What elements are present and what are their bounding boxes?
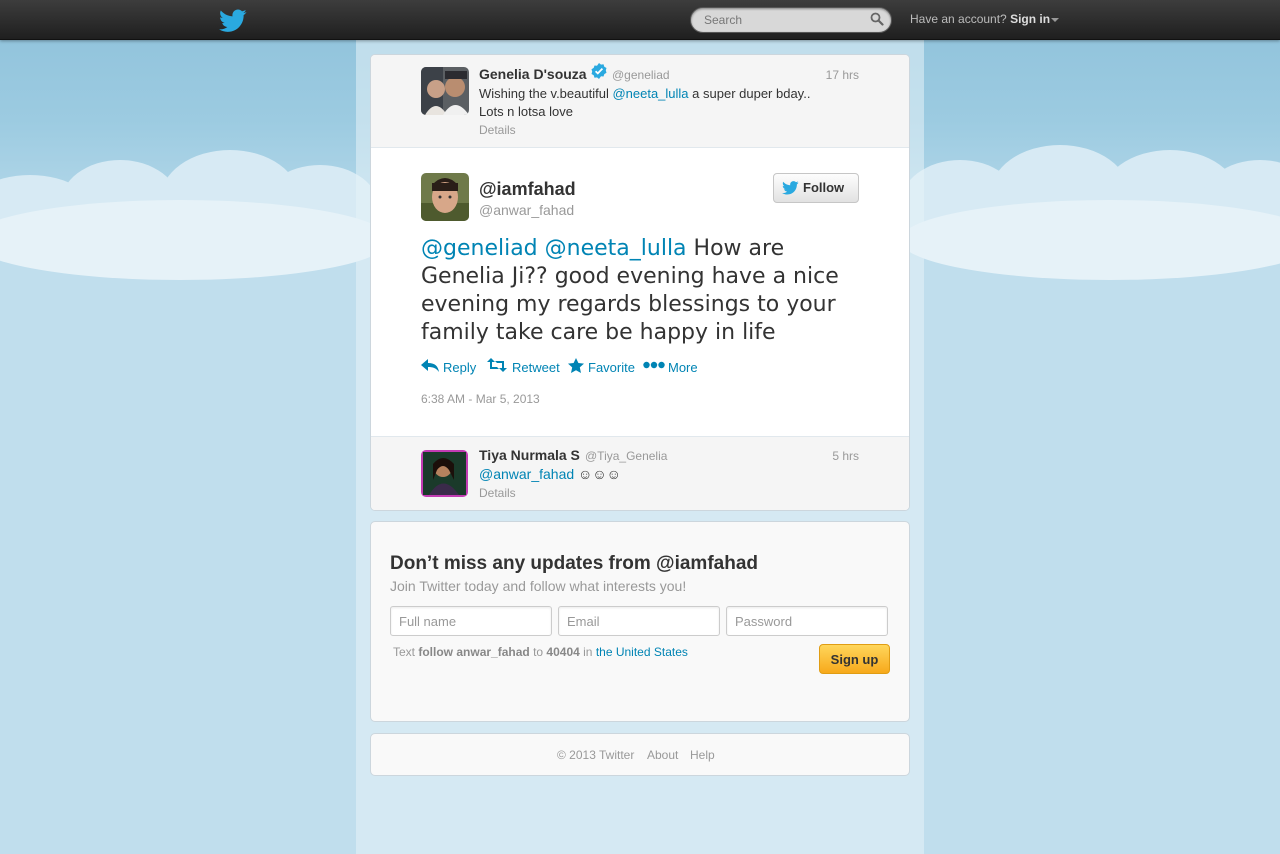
search-input[interactable]: Search bbox=[690, 7, 892, 33]
author-display-name[interactable]: @iamfahad bbox=[479, 179, 576, 200]
details-link[interactable]: Details bbox=[479, 486, 516, 500]
signup-card: Don’t miss any updates from @iamfahad Jo… bbox=[370, 521, 910, 722]
reply-label: Reply bbox=[443, 360, 477, 375]
main-tweet-text: @geneliad @neeta_lulla How are Genelia J… bbox=[421, 235, 861, 347]
about-link[interactable]: About bbox=[647, 748, 678, 762]
help-link[interactable]: Help bbox=[690, 748, 715, 762]
account-prompt-text: Have an account? bbox=[910, 12, 1007, 26]
country-link[interactable]: the United States bbox=[596, 645, 688, 659]
sms-to-label: to bbox=[533, 645, 544, 659]
tweet-conversation-card: Genelia D'souza @geneliad 17 hrs Wishing… bbox=[370, 54, 910, 511]
email-field[interactable]: Email bbox=[558, 606, 720, 636]
more-dots-icon bbox=[643, 361, 665, 369]
twitter-bird-logo-icon[interactable] bbox=[219, 9, 247, 33]
sms-number: 40404 bbox=[546, 645, 580, 659]
mention-link[interactable]: @anwar_fahad bbox=[479, 466, 574, 482]
tweet-time[interactable]: 5 hrs bbox=[832, 449, 859, 463]
tweet-text-post: a super duper bday.. bbox=[688, 86, 811, 101]
twitter-bird-icon bbox=[782, 181, 799, 195]
avatar[interactable] bbox=[421, 450, 468, 497]
signup-title: Don’t miss any updates from @iamfahad bbox=[390, 553, 758, 574]
tweet-text-body: ☺☺☺ bbox=[574, 466, 621, 482]
footer-card: © 2013 Twitter About Help bbox=[370, 733, 910, 776]
sms-command: follow anwar_fahad bbox=[418, 645, 530, 659]
verified-badge-icon bbox=[591, 63, 607, 79]
tweet-text-line2: Lots n lotsa love bbox=[479, 104, 573, 119]
sms-text-label: Text bbox=[393, 645, 416, 659]
ancestor-tweet[interactable]: Genelia D'souza @geneliad 17 hrs Wishing… bbox=[371, 55, 909, 148]
signup-button[interactable]: Sign up bbox=[819, 644, 890, 674]
tweet-time[interactable]: 17 hrs bbox=[826, 68, 859, 82]
author-handle[interactable]: @geneliad bbox=[612, 68, 670, 82]
full-name-field[interactable]: Full name bbox=[390, 606, 552, 636]
more-label: More bbox=[668, 360, 698, 375]
search-icon[interactable] bbox=[870, 12, 884, 26]
follow-button-label: Follow bbox=[803, 180, 845, 195]
author-name[interactable]: Genelia D'souza bbox=[479, 66, 587, 82]
sms-in-label: in bbox=[583, 645, 593, 659]
star-icon bbox=[568, 358, 584, 373]
retweet-label: Retweet bbox=[512, 360, 560, 375]
author-name[interactable]: Tiya Nurmala S bbox=[479, 447, 580, 463]
details-link[interactable]: Details bbox=[479, 123, 516, 137]
reply-icon bbox=[421, 359, 439, 372]
signup-subtitle: Join Twitter today and follow what inter… bbox=[390, 578, 687, 594]
retweet-icon bbox=[487, 358, 507, 372]
copyright-text: © 2013 Twitter bbox=[557, 748, 635, 762]
tweet-timestamp[interactable]: 6:38 AM - Mar 5, 2013 bbox=[421, 392, 540, 406]
account-prompt: Have an account? Sign in bbox=[910, 12, 1050, 26]
author-handle[interactable]: @Tiya_Genelia bbox=[585, 449, 667, 463]
tweet-text-pre: Wishing the v.beautiful bbox=[479, 86, 613, 101]
tweet-text: Wishing the v.beautiful @neeta_lulla a s… bbox=[479, 85, 859, 121]
mention-link[interactable]: @neeta_lulla bbox=[545, 236, 687, 261]
reply-tweet[interactable]: Tiya Nurmala S @Tiya_Genelia 5 hrs @anwa… bbox=[371, 436, 909, 510]
author-handle[interactable]: @anwar_fahad bbox=[479, 202, 574, 218]
mention-link[interactable]: @neeta_lulla bbox=[612, 86, 688, 101]
avatar[interactable] bbox=[421, 173, 469, 221]
avatar[interactable] bbox=[421, 67, 469, 115]
chevron-down-icon[interactable] bbox=[1051, 18, 1059, 22]
follow-button[interactable]: Follow bbox=[773, 173, 859, 203]
password-field[interactable]: Password bbox=[726, 606, 888, 636]
mention-link[interactable]: @geneliad bbox=[421, 236, 538, 261]
favorite-label: Favorite bbox=[588, 360, 635, 375]
tweet-text: @anwar_fahad ☺☺☺ bbox=[479, 465, 859, 483]
sms-follow-instructions: Text follow anwar_fahad to 40404 in the … bbox=[393, 645, 688, 659]
sign-in-link[interactable]: Sign in bbox=[1010, 12, 1050, 26]
top-navigation-bar: Search Have an account? Sign in bbox=[0, 0, 1280, 40]
